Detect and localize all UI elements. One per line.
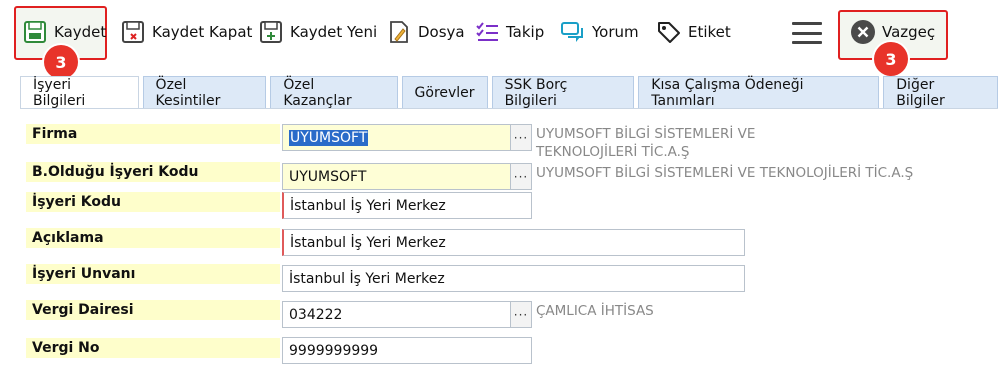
tab-ssk-borc-bilgileri[interactable]: SSK Borç Bilgileri bbox=[491, 76, 635, 109]
isyeri-kodu-field[interactable]: İstanbul İş Yeri Merkez bbox=[282, 192, 532, 219]
bagli-isyeri-lookup-button[interactable]: ··· bbox=[510, 163, 532, 190]
step-badge-cancel: 3 bbox=[874, 42, 908, 76]
tag-label: Etiket bbox=[688, 23, 731, 41]
file-label: Dosya bbox=[418, 23, 465, 41]
save-close-icon bbox=[120, 19, 146, 45]
tab-bar: İşyeri Bilgileri Özel Kesintiler Özel Ka… bbox=[20, 76, 998, 109]
save-new-label: Kaydet Yeni bbox=[290, 23, 378, 41]
checklist-icon bbox=[474, 19, 500, 45]
tab-kisa-calisma-odenegi[interactable]: Kısa Çalışma Ödeneği Tanımları bbox=[638, 76, 880, 109]
aciklama-field[interactable]: İstanbul İş Yeri Merkez bbox=[282, 229, 745, 256]
bagli-isyeri-label: B.Olduğu İşyeri Kodu bbox=[26, 162, 280, 182]
firma-lookup-button[interactable]: ··· bbox=[510, 124, 532, 151]
file-button[interactable]: Dosya bbox=[386, 14, 465, 50]
tag-icon bbox=[656, 19, 682, 45]
follow-button[interactable]: Takip bbox=[474, 14, 544, 50]
menu-icon[interactable] bbox=[792, 22, 822, 44]
tab-divider bbox=[20, 108, 998, 109]
firma-value: UYUMSOFT bbox=[289, 129, 369, 146]
firma-field[interactable]: UYUMSOFT bbox=[282, 124, 512, 151]
aciklama-label: Açıklama bbox=[26, 228, 280, 248]
cancel-label: Vazgeç bbox=[882, 23, 936, 41]
isyeri-unvani-label: İşyeri Unvanı bbox=[26, 264, 280, 284]
tab-ozel-kazanclar[interactable]: Özel Kazançlar bbox=[270, 76, 398, 109]
firma-description: UYUMSOFT BİLGİ SİSTEMLERİ VE TEKNOLOJİLE… bbox=[536, 125, 755, 161]
step-badge-save: 3 bbox=[44, 45, 78, 79]
tab-ozel-kesintiler[interactable]: Özel Kesintiler bbox=[142, 76, 267, 109]
tab-isyeri-bilgileri[interactable]: İşyeri Bilgileri bbox=[20, 76, 139, 109]
vergi-dairesi-lookup-button[interactable]: ··· bbox=[510, 301, 532, 328]
save-close-label: Kaydet Kapat bbox=[152, 23, 253, 41]
tag-button[interactable]: Etiket bbox=[656, 14, 731, 50]
firma-label: Firma bbox=[26, 124, 280, 144]
vergi-dairesi-field[interactable]: 034222 bbox=[282, 301, 512, 328]
toolbar: Kaydet 3 Kaydet Kapat Kaydet Yeni Dosya … bbox=[0, 0, 998, 79]
vergi-no-label: Vergi No bbox=[26, 338, 280, 358]
close-circle-icon bbox=[850, 19, 876, 45]
save-icon bbox=[22, 19, 48, 45]
tab-gorevler[interactable]: Görevler bbox=[401, 76, 488, 108]
save-new-icon bbox=[258, 19, 284, 45]
vergi-no-field[interactable]: 9999999999 bbox=[282, 337, 532, 364]
follow-label: Takip bbox=[506, 23, 545, 41]
firma-desc-line2: TEKNOLOJİLERİ TİC.A.Ş bbox=[536, 144, 690, 160]
file-icon bbox=[386, 19, 412, 45]
save-label: Kaydet bbox=[54, 23, 107, 41]
tab-diger-bilgiler[interactable]: Diğer Bilgiler bbox=[883, 76, 998, 109]
firma-desc-line1: UYUMSOFT BİLGİ SİSTEMLERİ VE bbox=[536, 126, 756, 142]
save-new-button[interactable]: Kaydet Yeni bbox=[258, 14, 377, 50]
comment-label: Yorum bbox=[592, 23, 639, 41]
comment-icon bbox=[560, 19, 586, 45]
vergi-dairesi-label: Vergi Dairesi bbox=[26, 300, 280, 320]
save-close-button[interactable]: Kaydet Kapat bbox=[120, 14, 252, 50]
isyeri-unvani-field[interactable]: İstanbul İş Yeri Merkez bbox=[282, 265, 745, 292]
comment-button[interactable]: Yorum bbox=[560, 14, 639, 50]
vergi-dairesi-description: ÇAMLICA İHTİSAS bbox=[536, 303, 654, 319]
bagli-isyeri-field[interactable]: UYUMSOFT bbox=[282, 163, 512, 190]
isyeri-kodu-label: İşyeri Kodu bbox=[26, 192, 280, 212]
bagli-isyeri-description: UYUMSOFT BİLGİ SİSTEMLERİ VE TEKNOLOJİLE… bbox=[536, 165, 914, 181]
